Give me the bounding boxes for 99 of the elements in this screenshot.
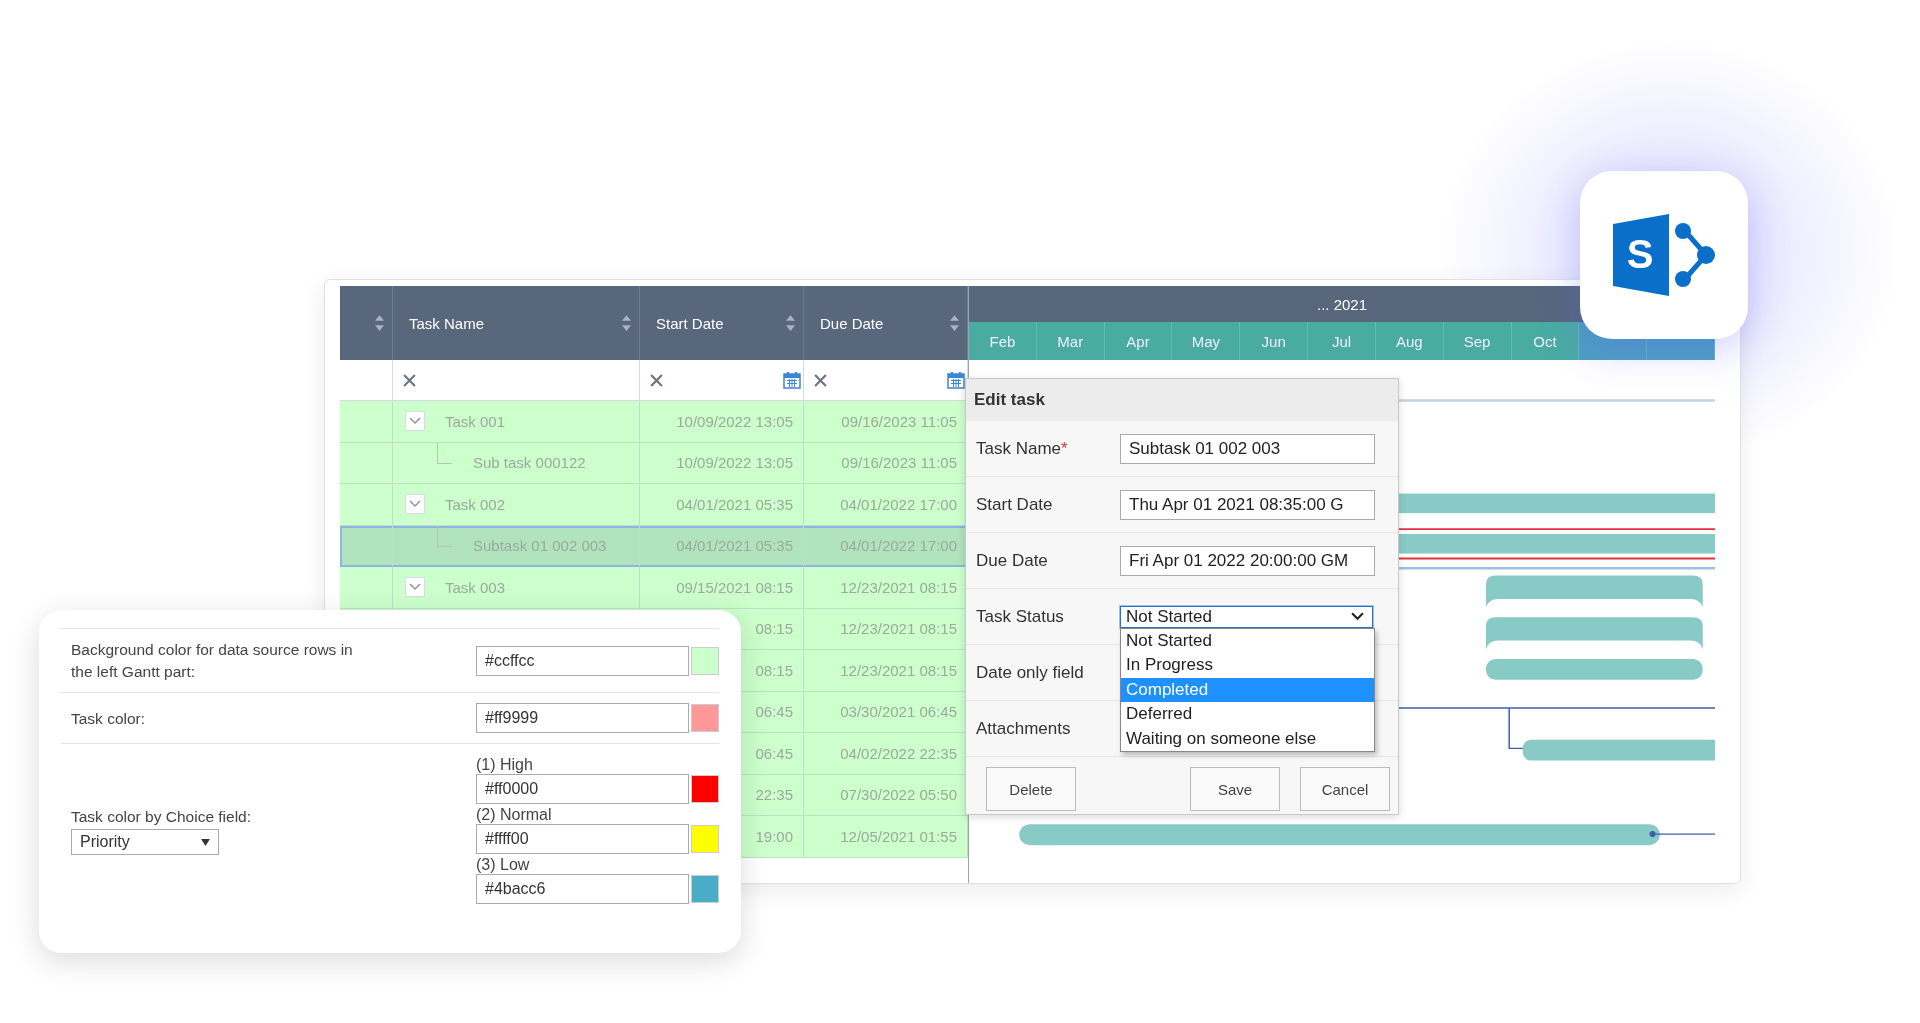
- choice-label: (2) Normal: [476, 806, 552, 824]
- due-date: 09/16/2023 11:05: [841, 454, 957, 472]
- start-date: 10/09/2022 13:05: [676, 454, 793, 472]
- dropdown-option[interactable]: Deferred: [1121, 702, 1374, 727]
- setting-label: Background color for data source rows in the left Gantt part:: [71, 640, 354, 682]
- dropdown-arrow-icon: [201, 838, 210, 846]
- calendar-icon[interactable]: [783, 371, 801, 389]
- clear-filter-icon[interactable]: [650, 373, 663, 387]
- dialog-button[interactable]: Save: [1190, 767, 1280, 811]
- start-date: 06:45: [755, 744, 793, 762]
- tree-connector: [437, 442, 452, 464]
- color-input[interactable]: #4bacc6: [476, 874, 689, 905]
- task-name: Subtask 01 002 003: [473, 537, 607, 555]
- setting-label: Task color by Choice field:: [71, 806, 253, 827]
- sort-icon[interactable]: [375, 315, 384, 331]
- chevron-down-icon: [409, 583, 421, 592]
- field-label: Task Status: [976, 606, 1065, 627]
- start-date: 22:35: [755, 786, 793, 804]
- month-header: Jun: [1240, 322, 1309, 360]
- dependency-line: [1649, 831, 1715, 838]
- choice-field-dropdown[interactable]: Priority: [71, 829, 219, 856]
- due-date: 04/02/2022 22:35: [840, 744, 957, 762]
- tree-connector: [437, 525, 452, 547]
- logo-letter: S: [1626, 232, 1654, 276]
- calendar-icon[interactable]: [947, 371, 965, 389]
- start-date: 06:45: [755, 703, 793, 721]
- setting-label: Task color:: [71, 708, 147, 729]
- month-header: Mar: [1036, 322, 1105, 360]
- sort-icon[interactable]: [786, 315, 795, 331]
- due-date: 12/23/2021 08:15: [840, 578, 957, 596]
- month-header: Jul: [1308, 322, 1376, 360]
- expand-toggle[interactable]: [405, 411, 425, 432]
- task-bar[interactable]: [1019, 824, 1660, 846]
- summary-bar[interactable]: [1485, 575, 1703, 608]
- summary-bar[interactable]: [1485, 617, 1703, 650]
- dropdown-option[interactable]: In Progress: [1121, 653, 1374, 678]
- input-field[interactable]: Fri Apr 01 2022 20:00:00 GM: [1120, 545, 1375, 576]
- color-swatch[interactable]: [691, 825, 719, 854]
- chevron-down-icon: [1351, 612, 1364, 621]
- dropdown-option[interactable]: Waiting on someone else: [1121, 726, 1374, 751]
- task-bar[interactable]: [1396, 533, 1715, 554]
- sort-icon[interactable]: [622, 315, 631, 331]
- clear-filter-icon[interactable]: [403, 373, 416, 387]
- field-label: Start Date: [976, 494, 1054, 515]
- start-date: 04/01/2021 05:35: [676, 537, 793, 555]
- due-date: 07/30/2022 05:50: [840, 786, 957, 804]
- start-date: 08:15: [755, 661, 793, 679]
- task-bar[interactable]: [1522, 739, 1715, 761]
- color-input[interactable]: #ccffcc: [476, 645, 689, 676]
- field-label: Due Date: [976, 550, 1049, 571]
- color-swatch[interactable]: [691, 875, 719, 904]
- expand-toggle[interactable]: [405, 494, 425, 515]
- color-input[interactable]: #ff9999: [476, 703, 689, 734]
- task-bar[interactable]: [1485, 658, 1703, 680]
- choice-label: (1) High: [476, 756, 533, 774]
- expand-toggle[interactable]: [405, 577, 425, 598]
- color-swatch[interactable]: [691, 704, 719, 733]
- due-date: 04/01/2022 17:00: [840, 537, 957, 555]
- field-label: Date only field: [976, 662, 1085, 683]
- task-name: Task 001: [445, 412, 506, 430]
- dropdown-option[interactable]: Not Started: [1121, 628, 1374, 653]
- due-date: 09/16/2023 11:05: [841, 412, 957, 430]
- dialog-button[interactable]: Delete: [986, 767, 1076, 811]
- year-label: ... 2021: [1316, 295, 1367, 313]
- start-date: 09/15/2021 08:15: [676, 578, 793, 596]
- month-header: Apr: [1104, 322, 1173, 360]
- input-field[interactable]: Thu Apr 01 2021 08:35:00 G: [1120, 489, 1375, 520]
- task-name: Task 002: [445, 495, 506, 513]
- field-label: Attachments: [976, 718, 1072, 739]
- due-date: 12/23/2021 08:15: [840, 661, 957, 679]
- chevron-down-icon: [409, 500, 421, 509]
- start-date: 19:00: [755, 827, 793, 845]
- task-name: Task 003: [445, 578, 506, 596]
- color-swatch[interactable]: [691, 646, 719, 675]
- dialog-title: Edit task: [966, 379, 1398, 421]
- month-header: Sep: [1443, 322, 1512, 360]
- month-header: Feb: [969, 322, 1037, 360]
- color-input[interactable]: #ff0000: [476, 774, 689, 805]
- task-name: Sub task 000122: [473, 454, 586, 472]
- start-date: 10/09/2022 13:05: [676, 412, 793, 430]
- chevron-down-icon: [409, 417, 421, 426]
- start-date: 04/01/2021 05:35: [676, 495, 793, 513]
- due-date: 04/01/2022 17:00: [840, 495, 957, 513]
- clear-filter-icon[interactable]: [814, 373, 827, 387]
- month-header: Aug: [1375, 322, 1444, 360]
- due-date: 03/30/2021 06:45: [840, 703, 957, 721]
- due-date: 12/05/2021 01:55: [840, 827, 957, 845]
- task-bar[interactable]: [1396, 493, 1715, 514]
- status-dropdown[interactable]: Not Started: [1120, 605, 1373, 628]
- input-field[interactable]: Subtask 01 002 003: [1120, 433, 1375, 464]
- color-input[interactable]: #ffff00: [476, 824, 689, 855]
- due-date: 12/23/2021 08:15: [840, 620, 957, 638]
- color-swatch[interactable]: [691, 775, 719, 804]
- start-date: 08:15: [755, 620, 793, 638]
- choice-label: (3) Low: [476, 856, 530, 874]
- dialog-button[interactable]: Cancel: [1300, 767, 1390, 811]
- month-header: May: [1172, 322, 1241, 360]
- field-label: Task Name*: [976, 438, 1069, 459]
- sort-icon[interactable]: [950, 315, 959, 331]
